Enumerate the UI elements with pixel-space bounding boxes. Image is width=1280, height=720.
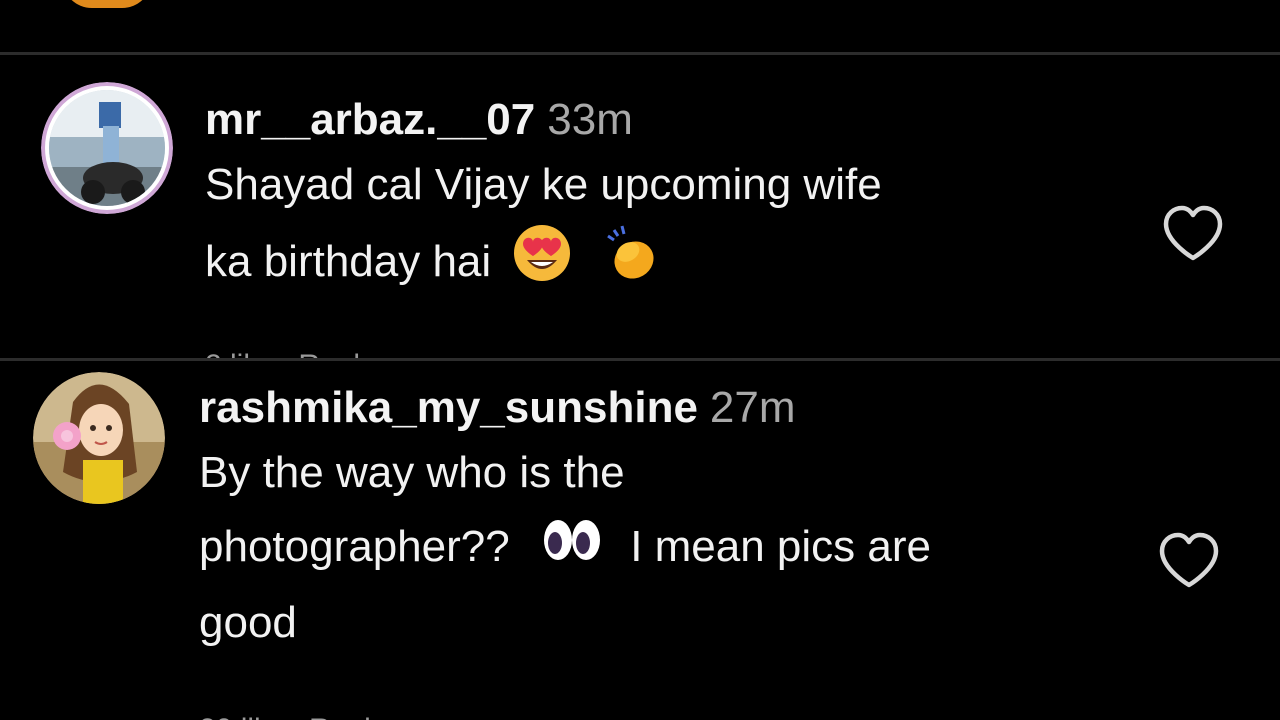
username[interactable]: rashmika_my_sunshine: [199, 383, 698, 432]
comment-item: mr__arbaz.__07 33m Shayad cal Vijay ke up…: [0, 56, 1280, 358]
comment-item: rashmika_my_sunshine 27m By the way who i…: [0, 361, 1280, 720]
like-heart-icon[interactable]: [1160, 204, 1226, 269]
comment-text-span: ka birthday hai: [205, 237, 492, 287]
user-avatar[interactable]: [41, 82, 173, 214]
user-avatar[interactable]: [33, 372, 165, 504]
username[interactable]: mr__arbaz.__07: [205, 95, 535, 144]
comment-text-line: Shayad cal Vijay ke upcoming wife: [205, 160, 882, 209]
comments-panel: mr__arbaz.__07 33m Shayad cal Vijay ke up…: [0, 0, 1280, 720]
heart-eyes-emoji: [511, 222, 573, 307]
comment-text-line: photographer?? I mean pics are: [199, 510, 931, 586]
comment-text-span: I mean pics are: [630, 522, 931, 571]
comment-text: By the way who is the photographer?? I m…: [199, 436, 931, 660]
comment-text-line: good: [199, 598, 297, 648]
comment-meta: 20 likes Reply: [199, 710, 386, 720]
divider: [0, 52, 1280, 55]
comment-header: mr__arbaz.__07 33m: [205, 94, 882, 146]
timestamp: 33m: [547, 95, 633, 144]
eyes-emoji: [540, 512, 604, 586]
comment-text-line: ka birthday hai: [205, 222, 882, 307]
comment-text: Shayad cal Vijay ke upcoming wife ka bir…: [205, 148, 882, 307]
timestamp: 27m: [709, 383, 796, 432]
comment-text-span: photographer??: [199, 522, 510, 571]
comment-header: rashmika_my_sunshine 27m: [199, 382, 931, 434]
clapping-hands-emoji: [600, 222, 662, 307]
comment-body: rashmika_my_sunshine 27m By the way who i…: [199, 382, 931, 660]
comment-text-line: By the way who is the: [199, 448, 625, 497]
comment-body: mr__arbaz.__07 33m Shayad cal Vijay ke up…: [205, 94, 882, 307]
like-heart-icon[interactable]: [1156, 531, 1222, 596]
previous-comment-avatar[interactable]: [62, 0, 152, 8]
comment-meta: 2 likes Reply: [205, 346, 375, 358]
